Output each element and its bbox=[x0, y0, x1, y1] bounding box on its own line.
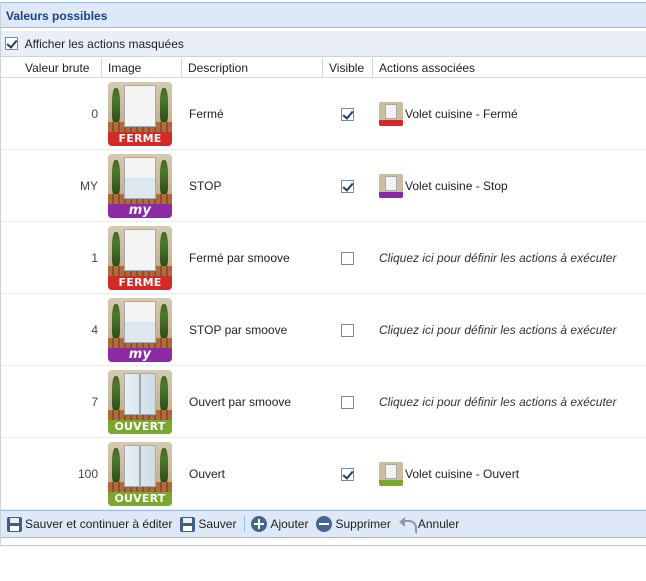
table-row[interactable]: 100 OUVERT Ouvert Volet cuisine - Ouvert bbox=[1, 438, 646, 510]
table-row[interactable]: MY my STOP Volet cuisine - Stop bbox=[1, 150, 646, 222]
delete-button[interactable]: Supprimer bbox=[316, 516, 391, 532]
state-badge: my bbox=[108, 204, 172, 218]
save-and-continue-button[interactable]: Sauver et continuer à éditer bbox=[7, 516, 173, 532]
visible-checkbox[interactable] bbox=[341, 395, 354, 409]
possible-values-panel: Valeurs possibles Afficher les actions m… bbox=[0, 2, 646, 546]
bottom-toolbar: Sauver et continuer à éditer Sauver Ajou… bbox=[1, 510, 646, 538]
delete-label: Supprimer bbox=[335, 517, 391, 531]
add-label: Ajouter bbox=[270, 517, 309, 531]
save-and-continue-label: Sauver et continuer à éditer bbox=[25, 517, 173, 531]
floppy-disk-icon bbox=[180, 516, 196, 532]
add-button[interactable]: Ajouter bbox=[251, 516, 308, 532]
state-image[interactable]: OUVERT bbox=[108, 366, 174, 438]
associated-actions[interactable]: Volet cuisine - Fermé bbox=[379, 78, 646, 150]
state-image[interactable]: my bbox=[108, 294, 174, 366]
cancel-label: Annuler bbox=[417, 517, 460, 531]
toolbar-separator bbox=[244, 516, 246, 532]
raw-value: MY bbox=[80, 179, 98, 193]
save-label: Sauver bbox=[198, 517, 237, 531]
action-label: Volet cuisine - Fermé bbox=[405, 107, 518, 121]
visible-checkbox[interactable] bbox=[341, 467, 354, 481]
shutter-thumbnail[interactable]: FERME bbox=[108, 226, 172, 290]
table-row[interactable]: 1 FERME Fermé par smoove Cliquez ici pour d… bbox=[1, 222, 646, 294]
raw-value: 7 bbox=[91, 395, 98, 409]
raw-value: 1 bbox=[91, 251, 98, 265]
description: Fermé bbox=[189, 107, 224, 121]
cancel-button[interactable]: Annuler bbox=[398, 517, 460, 534]
state-image[interactable]: OUVERT bbox=[108, 438, 174, 510]
description: Ouvert bbox=[189, 467, 226, 481]
column-header-description[interactable]: Description bbox=[182, 58, 323, 78]
visible-checkbox[interactable] bbox=[341, 179, 354, 193]
column-header-associated-actions[interactable]: Actions associées bbox=[373, 58, 646, 78]
associated-actions[interactable]: Cliquez ici pour définir les actions à e… bbox=[379, 366, 646, 438]
visible-checkbox[interactable] bbox=[341, 323, 354, 337]
show-hidden-actions-label: Afficher les actions masquées bbox=[24, 37, 184, 51]
save-button[interactable]: Sauver bbox=[180, 516, 237, 532]
shutter-thumbnail[interactable]: my bbox=[108, 298, 172, 362]
action-label: Volet cuisine - Stop bbox=[405, 179, 508, 193]
column-header-raw-value[interactable]: Valeur brute bbox=[1, 58, 102, 78]
state-badge: OUVERT bbox=[108, 492, 172, 506]
associated-actions[interactable]: Cliquez ici pour définir les actions à e… bbox=[379, 222, 646, 294]
description: Ouvert par smoove bbox=[189, 395, 292, 409]
state-badge: my bbox=[108, 348, 172, 362]
undo-icon bbox=[398, 517, 417, 534]
state-image[interactable]: FERME bbox=[108, 78, 174, 150]
visible-cell bbox=[341, 78, 355, 150]
visible-checkbox[interactable] bbox=[341, 251, 354, 265]
column-header-image[interactable]: Image bbox=[102, 58, 182, 78]
column-header-visible[interactable]: Visible bbox=[323, 58, 373, 78]
shutter-thumbnail[interactable]: OUVERT bbox=[108, 370, 172, 434]
table-row[interactable]: 4 my STOP par smoove Cliquez ici pour défin… bbox=[1, 294, 646, 366]
state-badge: OUVERT bbox=[108, 420, 172, 434]
table-header: Valeur brute Image Description Visible A… bbox=[1, 58, 646, 78]
state-badge: FERME bbox=[108, 132, 172, 146]
shutter-thumbnail[interactable]: OUVERT bbox=[108, 442, 172, 506]
plus-circle-icon bbox=[251, 516, 268, 532]
raw-value: 4 bbox=[91, 323, 98, 337]
shutter-thumbnail[interactable]: FERME bbox=[108, 82, 172, 146]
description: STOP bbox=[189, 179, 222, 193]
define-actions-link[interactable]: Cliquez ici pour définir les actions à e… bbox=[379, 323, 616, 337]
define-actions-link[interactable]: Cliquez ici pour définir les actions à e… bbox=[379, 251, 616, 265]
panel-title: Valeurs possibles bbox=[1, 2, 646, 28]
associated-actions[interactable]: Volet cuisine - Stop bbox=[379, 150, 646, 222]
state-image[interactable]: my bbox=[108, 150, 174, 222]
options-bar: Afficher les actions masquées bbox=[1, 31, 646, 57]
floppy-disk-icon bbox=[7, 516, 22, 532]
visible-cell bbox=[341, 294, 355, 366]
table-row[interactable]: 7 OUVERT Ouvert par smoove Cliquez ici pour… bbox=[1, 366, 646, 438]
visible-checkbox[interactable] bbox=[341, 107, 354, 121]
state-image[interactable]: FERME bbox=[108, 222, 174, 294]
description: STOP par smoove bbox=[189, 323, 288, 337]
visible-cell bbox=[341, 438, 355, 510]
show-hidden-actions-checkbox[interactable] bbox=[5, 37, 18, 51]
description: Fermé par smoove bbox=[189, 251, 290, 265]
minus-circle-icon bbox=[316, 516, 333, 532]
define-actions-link[interactable]: Cliquez ici pour définir les actions à e… bbox=[379, 395, 616, 409]
action-thumbnail bbox=[379, 174, 403, 198]
visible-cell bbox=[341, 222, 355, 294]
associated-actions[interactable]: Volet cuisine - Ouvert bbox=[379, 438, 646, 510]
visible-cell bbox=[341, 366, 355, 438]
visible-cell bbox=[341, 150, 355, 222]
associated-actions[interactable]: Cliquez ici pour définir les actions à e… bbox=[379, 294, 646, 366]
table-row[interactable]: 0 FERME Fermé Volet cuisine - Fermé bbox=[1, 78, 646, 150]
shutter-thumbnail[interactable]: my bbox=[108, 154, 172, 218]
action-label: Volet cuisine - Ouvert bbox=[405, 467, 520, 481]
action-thumbnail bbox=[379, 462, 403, 486]
raw-value: 0 bbox=[91, 107, 98, 121]
action-thumbnail bbox=[379, 102, 403, 126]
raw-value: 100 bbox=[77, 467, 98, 481]
state-badge: FERME bbox=[108, 276, 172, 290]
